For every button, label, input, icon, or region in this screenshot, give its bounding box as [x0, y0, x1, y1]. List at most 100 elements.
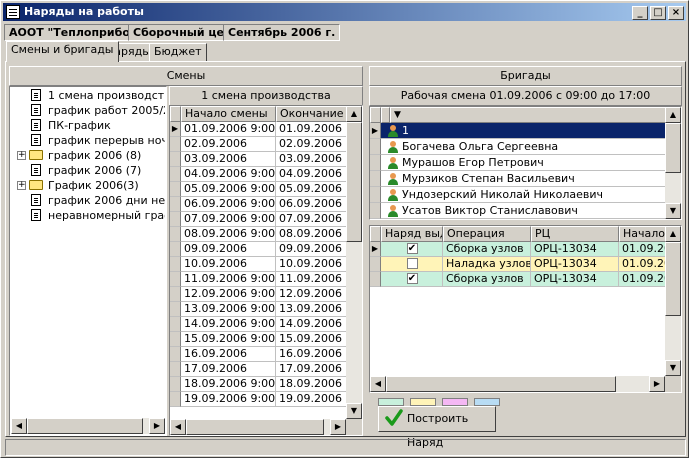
row-indicator[interactable] — [170, 257, 181, 272]
scroll-up-icon[interactable]: ▲ — [665, 107, 681, 123]
tree-item[interactable]: график 2006 (7) — [11, 163, 165, 178]
tree-item[interactable]: график 2006 дни нед — [11, 193, 165, 208]
row-indicator[interactable]: ▶ — [370, 242, 381, 257]
shift-start-cell[interactable]: 11.09.2006 9:00:00 — [181, 272, 276, 287]
row-indicator[interactable] — [170, 332, 181, 347]
worker-row[interactable]: Усатов Виктор Станиславович — [381, 203, 667, 219]
worker-row[interactable]: Мурашов Егор Петрович — [381, 155, 667, 171]
worker-row[interactable]: 1 — [381, 123, 667, 139]
order-col-header[interactable]: РЦ — [531, 226, 619, 242]
row-indicator[interactable] — [170, 317, 181, 332]
order-cell[interactable]: Наладка узлов — [443, 257, 531, 272]
tree-hscroll-thumb[interactable] — [27, 418, 143, 434]
row-indicator[interactable] — [370, 257, 381, 272]
scroll-up-icon[interactable]: ▲ — [346, 106, 362, 122]
shift-start-cell[interactable]: 09.09.2006 — [181, 242, 276, 257]
scroll-down-icon[interactable]: ▼ — [665, 360, 681, 376]
shift-end-cell[interactable]: 14.09.2006 17:00 — [276, 317, 356, 332]
scroll-left-icon[interactable]: ◀ — [170, 419, 186, 435]
checkbox-unchecked[interactable] — [406, 258, 418, 269]
order-issued-cell[interactable] — [381, 257, 443, 272]
row-indicator[interactable]: ▶ — [170, 122, 181, 137]
row-indicator[interactable] — [170, 182, 181, 197]
shift-end-cell[interactable]: 17.09.2006 — [276, 362, 356, 377]
checkbox-checked[interactable]: ✔ — [406, 273, 418, 284]
shift-end-cell[interactable]: 18.09.2006 17:00 — [276, 377, 356, 392]
workers-vscroll-thumb[interactable] — [665, 123, 681, 173]
row-indicator[interactable] — [170, 347, 181, 362]
shift-start-cell[interactable]: 08.09.2006 9:00:00 — [181, 227, 276, 242]
workers-vscrollbar[interactable]: ▲ ▼ — [665, 107, 681, 219]
shift-end-cell[interactable]: 07.09.2006 17:00 — [276, 212, 356, 227]
shift-start-cell[interactable]: 12.09.2006 9:00:00 — [181, 287, 276, 302]
shift-end-cell[interactable]: 16.09.2006 — [276, 347, 356, 362]
tree-item[interactable]: график работ 2005/2006 — [11, 103, 165, 118]
row-indicator[interactable] — [170, 152, 181, 167]
row-indicator[interactable] — [170, 377, 181, 392]
row-indicator[interactable] — [370, 155, 381, 171]
close-button[interactable]: × — [668, 6, 684, 20]
shift-hscrollbar[interactable]: ◀ ▶ — [170, 419, 346, 435]
row-indicator[interactable] — [170, 212, 181, 227]
shift-grid[interactable]: Начало сменыОкончание смены▶01.09.2006 9… — [169, 105, 363, 436]
scroll-up-icon[interactable]: ▲ — [665, 226, 681, 242]
order-col-header[interactable]: Наряд выдан — [381, 226, 443, 242]
shift-start-cell[interactable]: 01.09.2006 9:00:00 — [181, 122, 276, 137]
row-indicator[interactable] — [170, 227, 181, 242]
row-indicator[interactable] — [170, 302, 181, 317]
shift-end-cell[interactable]: 09.09.2006 — [276, 242, 356, 257]
worker-row[interactable]: Мурзиков Степан Васильевич — [381, 171, 667, 187]
order-cell[interactable]: ОРЦ-13034 — [531, 272, 619, 287]
row-indicator[interactable] — [370, 272, 381, 287]
tree-item[interactable]: + график 2006 (8) — [11, 148, 165, 163]
shift-end-cell[interactable]: 01.09.2006 17:00 — [276, 122, 356, 137]
tree-item[interactable]: ПК-график — [11, 118, 165, 133]
shift-end-cell[interactable]: 08.09.2006 17:00 — [276, 227, 356, 242]
build-order-button[interactable]: Построить Наряд — [378, 406, 496, 449]
orders-vscrollbar[interactable]: ▲ ▼ — [665, 226, 681, 376]
checkbox-checked[interactable]: ✔ — [406, 243, 418, 254]
shift-start-cell[interactable]: 07.09.2006 9:00:00 — [181, 212, 276, 227]
row-indicator[interactable] — [370, 171, 381, 187]
row-indicator[interactable] — [170, 137, 181, 152]
shift-end-cell[interactable]: 12.09.2006 17:00 — [276, 287, 356, 302]
shift-start-cell[interactable]: 13.09.2006 9:00:00 — [181, 302, 276, 317]
order-cell[interactable]: ОРЦ-13034 — [531, 242, 619, 257]
shift-vscrollbar[interactable]: ▲ ▼ — [346, 106, 362, 419]
tree-item[interactable]: неравномерный график — [11, 208, 165, 223]
scroll-right-icon[interactable]: ▶ — [649, 376, 665, 392]
shift-start-cell[interactable]: 04.09.2006 9:00:00 — [181, 167, 276, 182]
orders-hscrollbar[interactable]: ◀ ▶ — [370, 376, 665, 392]
shift-start-cell[interactable]: 14.09.2006 9:00:00 — [181, 317, 276, 332]
row-indicator[interactable] — [170, 242, 181, 257]
order-issued-cell[interactable]: ✔ — [381, 242, 443, 257]
shift-start-cell[interactable]: 16.09.2006 — [181, 347, 276, 362]
tab-shifts-brigades[interactable]: Смены и бригады — [6, 41, 119, 62]
minimize-button[interactable]: _ — [632, 6, 648, 20]
scroll-down-icon[interactable]: ▼ — [665, 203, 681, 219]
shift-end-cell[interactable]: 04.09.2006 17:00 — [276, 167, 356, 182]
tree-item[interactable]: + График 2006(3) — [11, 178, 165, 193]
order-cell[interactable]: ОРЦ-13034 — [531, 257, 619, 272]
order-issued-cell[interactable]: ✔ — [381, 272, 443, 287]
shift-end-cell[interactable]: 11.09.2006 17:00 — [276, 272, 356, 287]
order-cell[interactable]: Сборка узлов — [443, 242, 531, 257]
row-indicator[interactable] — [370, 139, 381, 155]
shift-vscroll-thumb[interactable] — [346, 122, 362, 242]
shift-end-cell[interactable]: 03.09.2006 — [276, 152, 356, 167]
worker-row[interactable]: Ундозерский Николай Николаевич — [381, 187, 667, 203]
orders-grid[interactable]: Наряд выданОперацияРЦНачало операции▶✔Сб… — [369, 225, 682, 393]
scroll-right-icon[interactable]: ▶ — [330, 419, 346, 435]
row-indicator[interactable] — [370, 187, 381, 203]
shift-start-cell[interactable]: 03.09.2006 — [181, 152, 276, 167]
orders-vscroll-thumb[interactable] — [665, 242, 681, 316]
sort-down-icon[interactable]: ▼ — [390, 107, 667, 123]
shift-hscroll-thumb[interactable] — [186, 419, 324, 435]
order-col-header[interactable]: Операция — [443, 226, 531, 242]
row-indicator[interactable] — [170, 197, 181, 212]
tree-item[interactable]: график перерыв ночью — [11, 133, 165, 148]
col-header-blank[interactable] — [381, 107, 390, 123]
row-indicator[interactable] — [170, 272, 181, 287]
shift-tree[interactable]: 1 смена производства график работ 2005/20… — [11, 86, 165, 420]
shift-end-cell[interactable]: 10.09.2006 — [276, 257, 356, 272]
